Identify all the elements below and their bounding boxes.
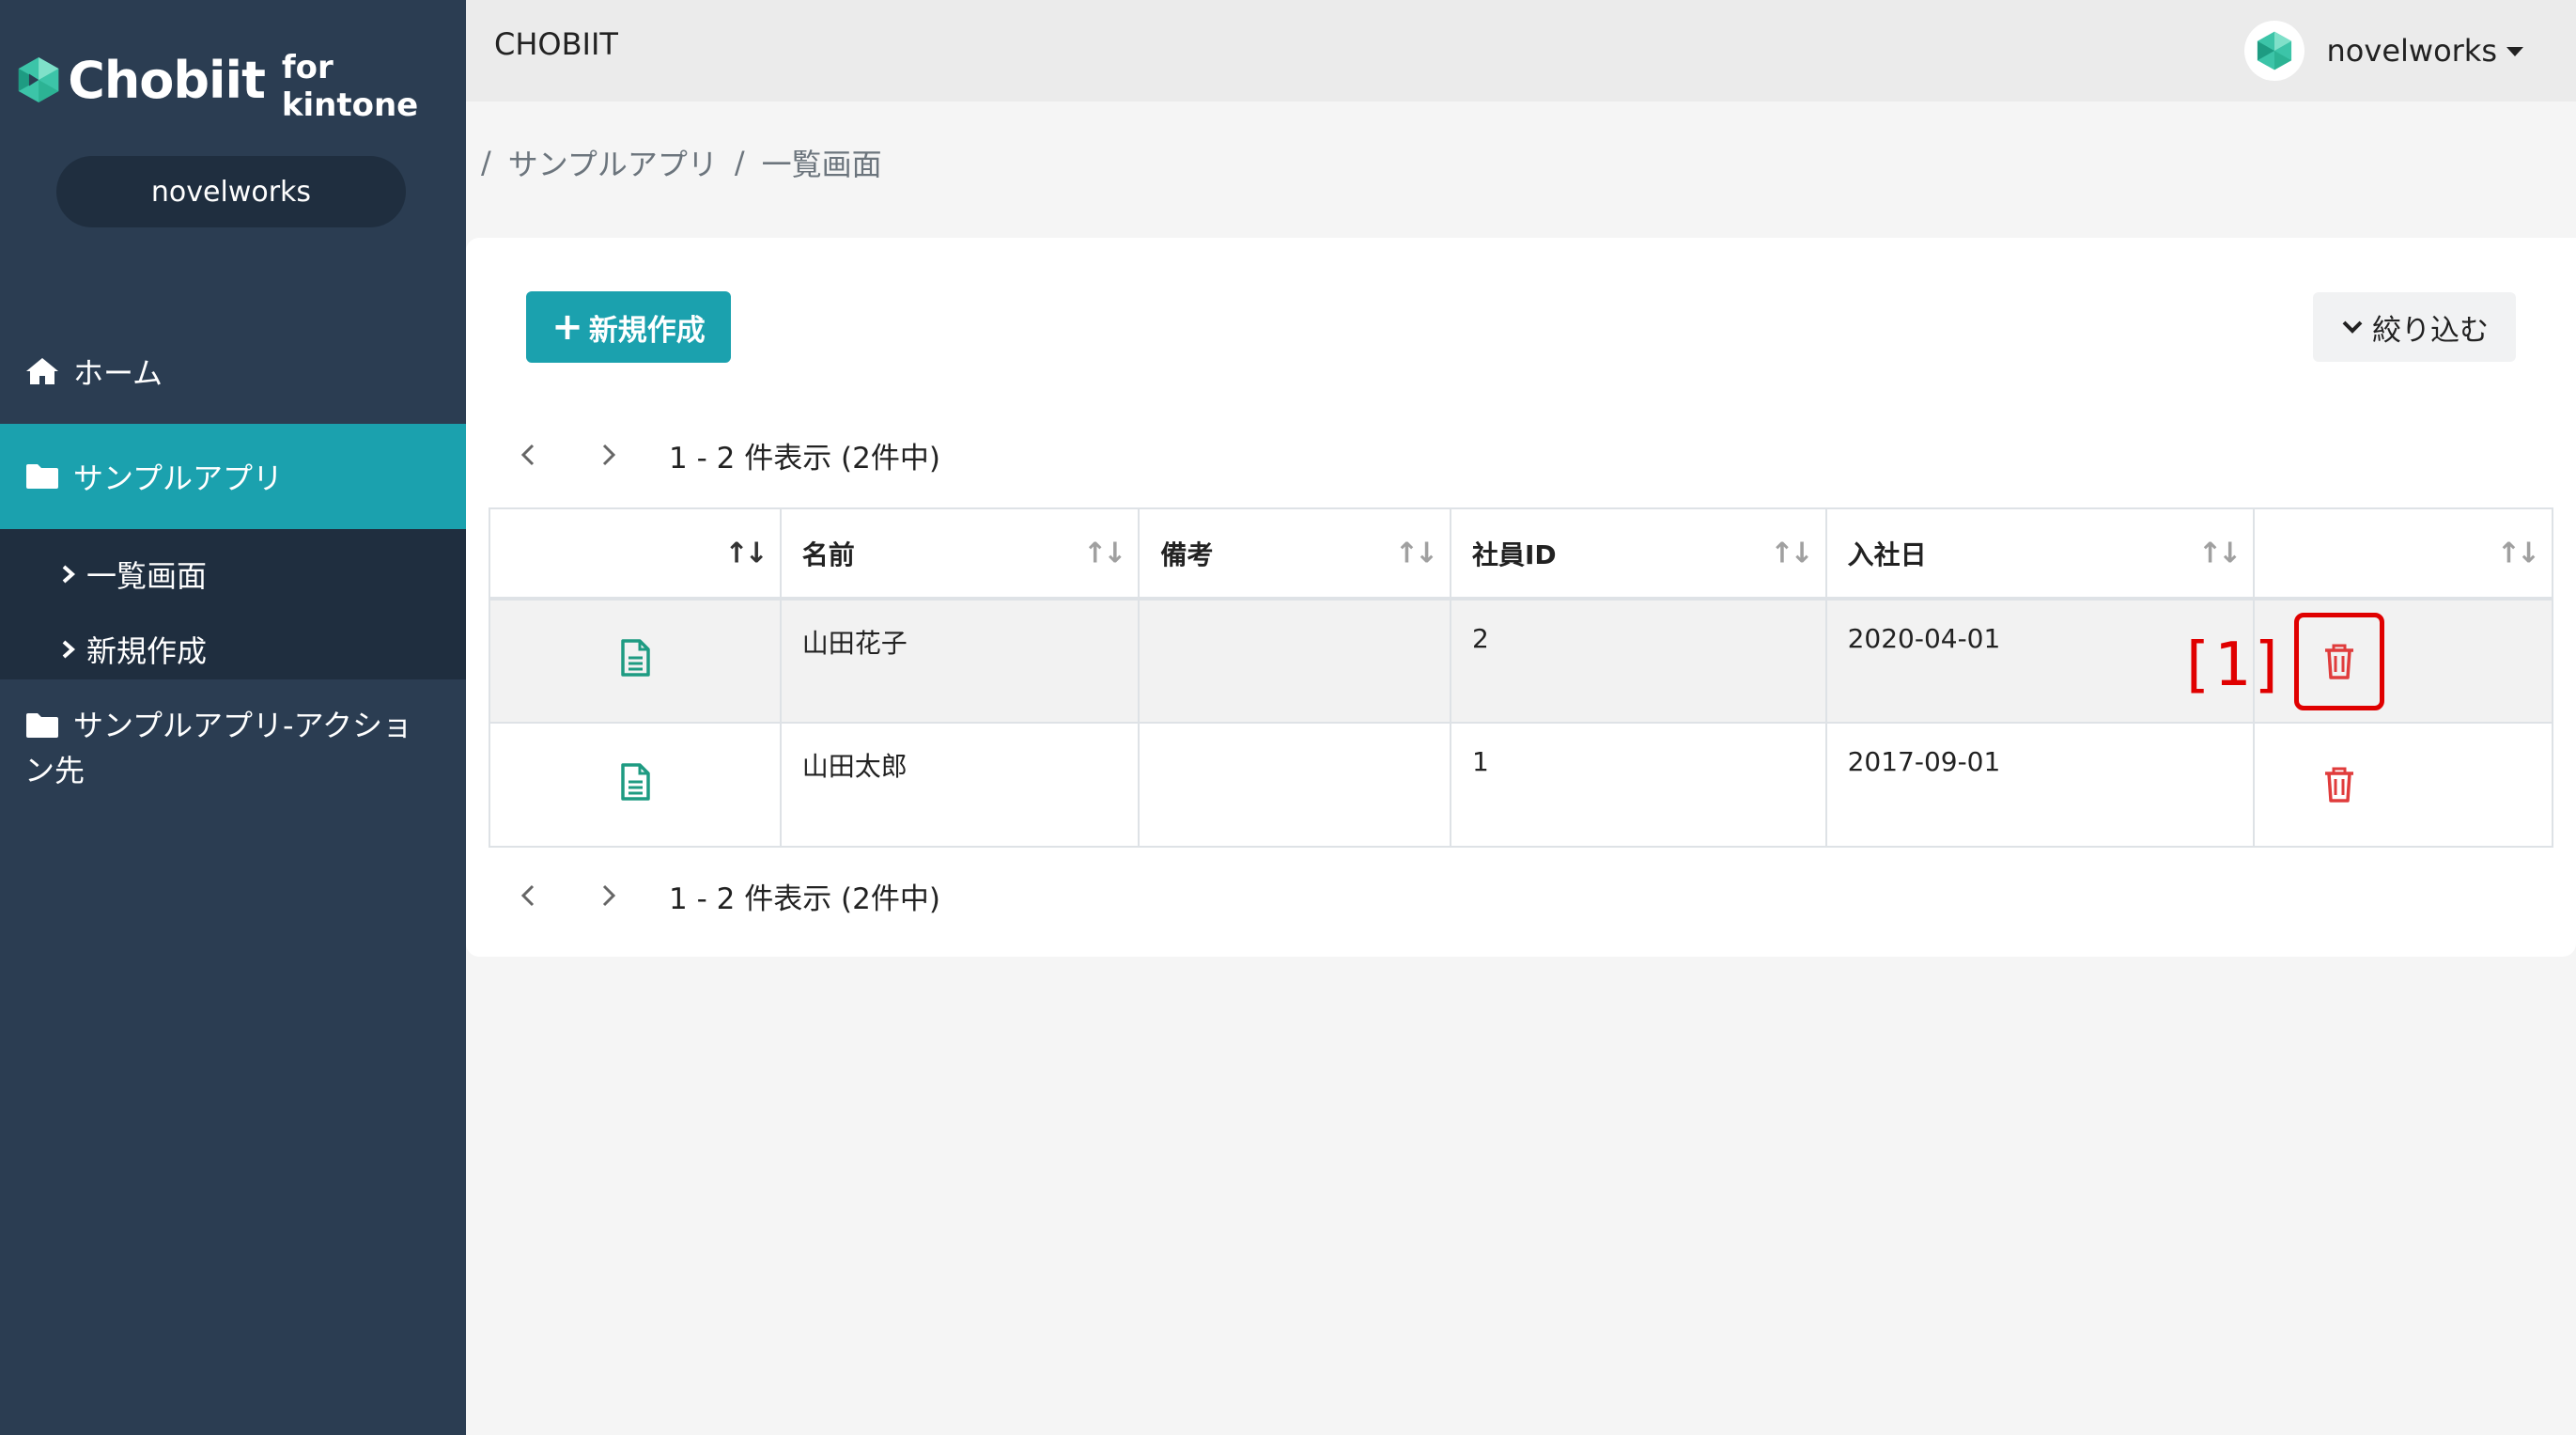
table-header-row: ↑↓ 名前 ↑↓ 備考 ↑↓ 社員ID ↑↓ 入社日 ↑↓ ↑↓ — [489, 507, 2553, 601]
sidebar-item-label: サンプルアプリ-アクション先 — [24, 708, 412, 788]
column-header-actions[interactable]: ↑↓ — [2253, 507, 2553, 601]
sort-icon[interactable]: ↑↓ — [724, 537, 768, 569]
home-icon — [26, 358, 58, 384]
document-icon[interactable] — [619, 762, 651, 802]
pagination-summary: 1 - 2 件表示 (2件中) — [669, 881, 940, 916]
delete-button[interactable] — [2294, 736, 2384, 834]
app-title: CHOBIIT — [494, 26, 618, 62]
folder-icon — [26, 464, 58, 489]
sidebar-subitem-list[interactable]: 一覧画面 — [60, 546, 207, 602]
breadcrumb-page: 一覧画面 — [761, 147, 882, 182]
column-header-name[interactable]: 名前 ↑↓ — [779, 507, 1141, 601]
column-header-note[interactable]: 備考 ↑↓ — [1138, 507, 1451, 601]
document-icon[interactable] — [619, 638, 651, 678]
column-header-employee-id[interactable]: 社員ID ↑↓ — [1449, 507, 1827, 601]
column-header-hire-date[interactable]: 入社日 ↑↓ — [1824, 507, 2256, 601]
sidebar-item-sample-app-action[interactable]: サンプルアプリ-アクション先 — [0, 703, 466, 806]
breadcrumb-separator: / — [481, 145, 491, 180]
next-page-button[interactable] — [590, 431, 628, 478]
cell-note — [1138, 722, 1451, 848]
caret-down-icon — [2506, 47, 2523, 56]
tenant-name: novelworks — [150, 175, 312, 209]
column-header-view[interactable]: ↑↓ — [489, 507, 782, 601]
filter-button[interactable]: 絞り込む — [2313, 292, 2516, 362]
breadcrumb-separator: / — [734, 145, 745, 180]
view-record-cell — [489, 598, 782, 724]
pagination-bottom: 1 - 2 件表示 (2件中) — [509, 872, 940, 919]
breadcrumb-app[interactable]: サンプルアプリ — [508, 141, 718, 184]
user-name: novelworks — [2326, 33, 2497, 69]
cell-name: 山田太郎 — [779, 722, 1141, 848]
cell-hire-date: 2017-09-01 — [1824, 722, 2256, 848]
trash-icon — [2325, 644, 2354, 679]
new-record-button[interactable]: + 新規作成 — [526, 291, 731, 363]
chevron-right-icon — [602, 884, 616, 907]
table-row: 山田太郎 1 2017-09-01 — [489, 722, 2553, 848]
sidebar-item-label: ホーム — [73, 355, 163, 391]
tenant-badge: novelworks — [56, 156, 406, 227]
chevron-right-icon — [62, 565, 76, 584]
sidebar-subitem-label: 一覧画面 — [86, 558, 208, 594]
chobiit-logo-icon — [18, 56, 59, 103]
cell-name: 山田花子 — [779, 598, 1141, 724]
pagination-top: 1 - 2 件表示 (2件中) — [509, 431, 940, 478]
prev-page-button[interactable] — [509, 431, 547, 478]
chevron-down-icon — [2342, 320, 2363, 334]
sort-icon[interactable]: ↑↓ — [2198, 537, 2242, 569]
breadcrumb: / サンプルアプリ / 一覧画面 — [481, 141, 882, 184]
chevron-right-icon — [602, 444, 616, 466]
sort-icon[interactable]: ↑↓ — [1395, 537, 1438, 569]
view-record-cell — [489, 722, 782, 848]
avatar — [2243, 21, 2304, 81]
sidebar-item-label: サンプルアプリ — [73, 460, 284, 496]
top-bar: CHOBIIT novelworks — [466, 0, 2576, 101]
sort-icon[interactable]: ↑↓ — [2497, 537, 2540, 569]
annotation-marker-label: [1] — [2178, 631, 2287, 700]
prev-page-button[interactable] — [509, 872, 547, 919]
trash-icon — [2325, 767, 2354, 803]
brand[interactable]: Chobiit for kintone — [17, 47, 466, 124]
brand-subtitle: for kintone — [281, 49, 419, 124]
cell-note — [1138, 598, 1451, 724]
new-record-label: 新規作成 — [588, 313, 706, 348]
pagination-summary: 1 - 2 件表示 (2件中) — [669, 441, 940, 476]
sidebar-subitem-label: 新規作成 — [86, 633, 208, 669]
filter-label: 絞り込む — [2372, 313, 2489, 348]
cell-employee-id: 1 — [1449, 722, 1827, 848]
sort-icon[interactable]: ↑↓ — [1083, 537, 1126, 569]
chobiit-logo-icon — [2257, 31, 2291, 70]
sidebar-item-sample-app[interactable]: サンプルアプリ — [0, 424, 466, 529]
user-menu[interactable]: novelworks — [2243, 19, 2523, 83]
sidebar-item-home[interactable]: ホーム — [0, 338, 466, 404]
delete-button[interactable] — [2294, 612, 2385, 710]
actions-cell — [2253, 722, 2553, 848]
sidebar-subitem-new[interactable]: 新規作成 — [60, 621, 207, 678]
brand-name: Chobiit — [68, 50, 266, 110]
sort-icon[interactable]: ↑↓ — [1770, 537, 1813, 569]
next-page-button[interactable] — [590, 872, 628, 919]
cell-employee-id: 2 — [1449, 598, 1827, 724]
chevron-left-icon — [520, 444, 535, 466]
chevron-left-icon — [520, 884, 535, 907]
chevron-right-icon — [62, 640, 76, 659]
actions-cell — [2253, 598, 2553, 724]
sidebar-subnav: 一覧画面 新規作成 — [0, 529, 466, 679]
plus-icon: + — [551, 305, 583, 349]
sidebar: Chobiit for kintone novelworks ホーム サンプルア… — [0, 0, 466, 1435]
